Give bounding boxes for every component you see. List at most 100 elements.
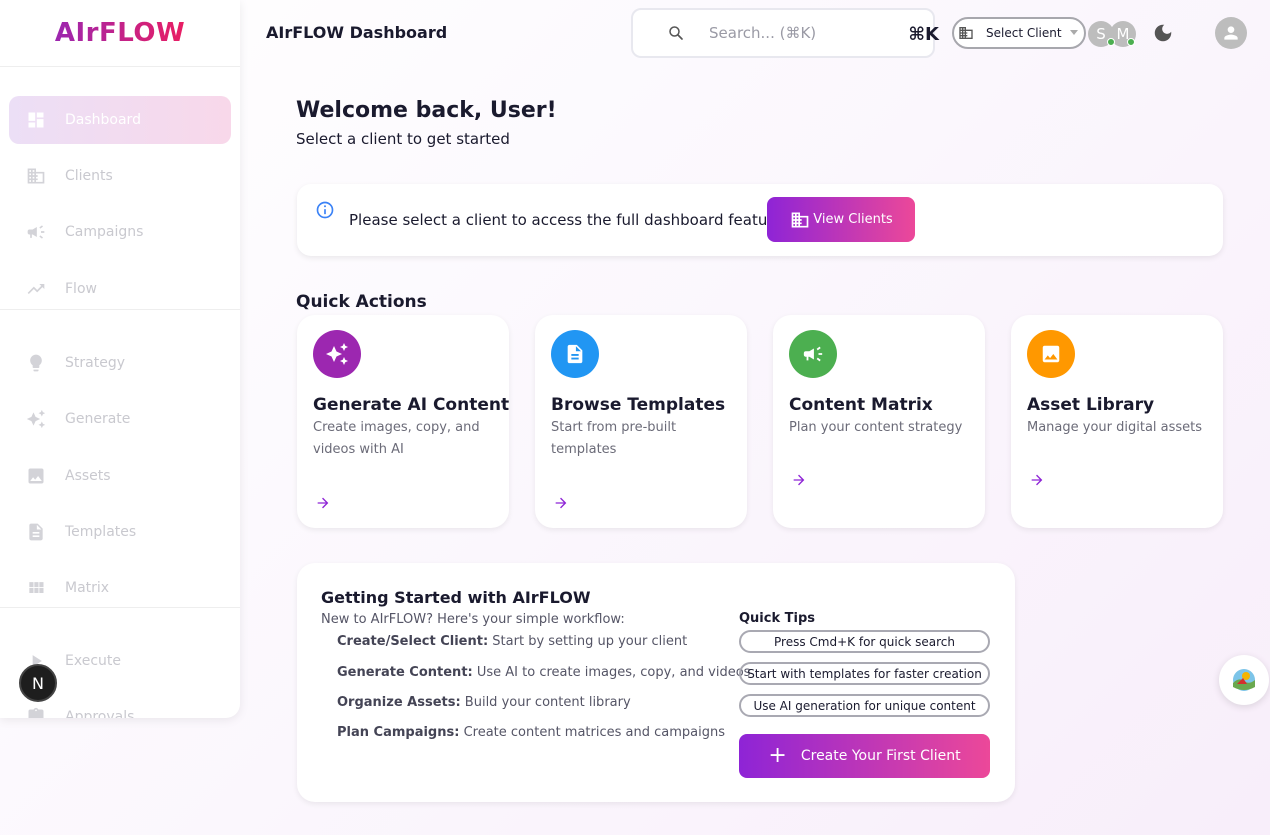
tip-chip[interactable]: Start with templates for faster creation [739, 662, 990, 685]
logo[interactable]: AIrFLOW [55, 18, 185, 48]
quick-action-content-matrix[interactable]: Content Matrix Plan your content strateg… [773, 315, 985, 528]
workflow-step: Create/Select Client: Start by setting u… [337, 634, 687, 649]
create-client-label: Create Your First Client [800, 748, 961, 764]
sidebar-item-label: Approvals [65, 709, 135, 718]
online-status-dot [1107, 38, 1115, 46]
document-icon [25, 521, 47, 543]
quick-action-asset-library[interactable]: Asset Library Manage your digital assets [1011, 315, 1223, 528]
card-title: Content Matrix [789, 395, 933, 415]
document-icon [551, 330, 599, 378]
workflow-step: Organize Assets: Build your content libr… [337, 695, 631, 710]
getting-started-subtitle: New to AIrFLOW? Here's your simple workf… [321, 612, 625, 627]
arrow-right-icon[interactable] [791, 472, 807, 488]
trending-icon [25, 278, 47, 300]
page-title: AIrFLOW Dashboard [266, 23, 448, 42]
sidebar-item-label: Strategy [65, 355, 125, 371]
tip-chip[interactable]: Press Cmd+K for quick search [739, 630, 990, 653]
tip-chip[interactable]: Use AI generation for unique content [739, 694, 990, 717]
image-icon [25, 465, 47, 487]
user-avatar[interactable] [1215, 17, 1247, 49]
card-title: Asset Library [1027, 395, 1155, 415]
step-text: Start by setting up your client [488, 634, 688, 649]
quick-action-browse-templates[interactable]: Browse Templates Start from pre-built te… [535, 315, 747, 528]
grid-icon [25, 577, 47, 599]
arrow-right-icon[interactable] [553, 495, 569, 511]
quick-action-generate-ai-content[interactable]: Generate AI Content Create images, copy,… [297, 315, 509, 528]
step-label: Generate Content: [337, 665, 473, 680]
getting-started-title: Getting Started with AIrFLOW [321, 588, 591, 607]
card-description: Manage your digital assets [1027, 420, 1203, 435]
card-title: Browse Templates [551, 395, 726, 415]
sidebar: AIrFLOW Dashboard Clients Campaigns Flow… [0, 0, 240, 718]
sidebar-item-label: Execute [65, 653, 121, 669]
sidebar-divider [0, 309, 240, 310]
sidebar-item-label: Flow [65, 281, 97, 297]
create-first-client-button[interactable]: + Create Your First Client [739, 734, 990, 778]
sidebar-item-label: Dashboard [65, 112, 141, 128]
building-icon [25, 165, 47, 187]
sidebar-item-label: Matrix [65, 580, 110, 596]
welcome-title: Welcome back, User! [296, 98, 557, 123]
sidebar-item-templates[interactable]: Templates [9, 508, 231, 556]
step-label: Organize Assets: [337, 695, 461, 710]
workflow-step: Plan Campaigns: Create content matrices … [337, 725, 725, 740]
sidebar-item-label: Generate [65, 411, 131, 427]
info-banner: Please select a client to access the ful… [297, 184, 1223, 256]
sidebar-item-flow[interactable]: Flow [9, 265, 231, 313]
online-status-dot [1127, 38, 1135, 46]
sidebar-item-assets[interactable]: Assets [9, 452, 231, 500]
sidebar-divider [0, 607, 240, 608]
quick-tips-title: Quick Tips [739, 611, 816, 626]
megaphone-icon [25, 221, 47, 243]
sidebar-item-label: Campaigns [65, 224, 144, 240]
clipboard-icon [25, 706, 47, 718]
search-icon [667, 24, 685, 42]
sidebar-item-matrix[interactable]: Matrix [9, 564, 231, 612]
dark-mode-toggle-icon[interactable] [1152, 22, 1174, 44]
search-placeholder: Search... (⌘K) [709, 24, 817, 42]
getting-started-card: Getting Started with AIrFLOW New to AIrF… [297, 563, 1015, 802]
info-icon [315, 200, 335, 220]
arrow-right-icon[interactable] [315, 495, 331, 511]
info-text: Please select a client to access the ful… [349, 211, 791, 229]
step-label: Create/Select Client: [337, 634, 489, 649]
card-description: Start from pre-built templates [551, 420, 677, 457]
workflow-step: Generate Content: Use AI to create image… [337, 665, 750, 680]
step-text: Build your content library [460, 695, 631, 710]
client-select[interactable]: Select Client [952, 17, 1086, 49]
image-icon [1027, 330, 1075, 378]
sidebar-item-label: Templates [65, 524, 137, 540]
sidebar-item-label: Clients [65, 168, 113, 184]
logo-area: AIrFLOW [0, 0, 240, 67]
card-title: Generate AI Content [313, 395, 510, 415]
sidebar-item-generate[interactable]: Generate [9, 395, 231, 443]
building-icon [958, 25, 974, 41]
arrow-right-icon[interactable] [1029, 472, 1045, 488]
view-clients-button[interactable]: View Clients [767, 197, 915, 242]
assistant-fab[interactable] [1219, 655, 1269, 705]
view-clients-label: View Clients [813, 212, 893, 227]
step-label: Plan Campaigns: [337, 725, 460, 740]
sidebar-item-campaigns[interactable]: Campaigns [9, 208, 231, 256]
dashboard-icon [25, 109, 47, 131]
sidebar-item-dashboard[interactable]: Dashboard [9, 96, 231, 144]
dev-badge[interactable]: N [19, 664, 57, 702]
step-text: Create content matrices and campaigns [459, 725, 725, 740]
sidebar-item-label: Assets [65, 468, 111, 484]
shortcut-hint: ⌘K [908, 24, 939, 45]
chevron-down-icon [1070, 30, 1078, 35]
plus-icon: + [768, 743, 787, 768]
sidebar-item-clients[interactable]: Clients [9, 152, 231, 200]
quick-actions-title: Quick Actions [296, 292, 427, 312]
assistant-icon [1233, 669, 1255, 691]
sparkle-icon [313, 330, 361, 378]
sidebar-item-strategy[interactable]: Strategy [9, 339, 231, 387]
megaphone-icon [789, 330, 837, 378]
welcome-subtitle: Select a client to get started [296, 130, 510, 148]
sparkle-icon [25, 408, 47, 430]
card-description: Plan your content strategy [789, 420, 963, 435]
search-input[interactable]: Search... (⌘K) ⌘K [631, 8, 939, 58]
building-icon [791, 212, 809, 227]
step-text: Use AI to create images, copy, and video… [472, 665, 751, 680]
client-select-label: Select Client [986, 26, 1062, 40]
